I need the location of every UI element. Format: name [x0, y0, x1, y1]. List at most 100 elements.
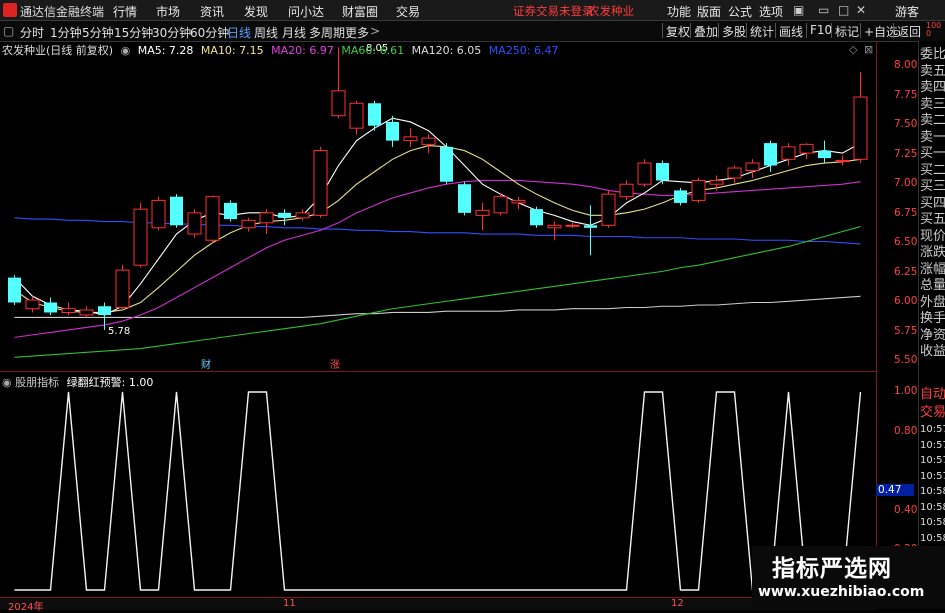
- menu-caifuquan[interactable]: 财富圈: [342, 3, 378, 20]
- menu-zixun[interactable]: 资讯: [200, 3, 224, 20]
- maximize-icon[interactable]: □: [838, 3, 849, 17]
- candle-body: [511, 199, 526, 204]
- menu-wenxiaoda[interactable]: 问小达: [288, 3, 324, 20]
- candle-body: [313, 150, 328, 216]
- period-more[interactable]: 更多: [345, 24, 369, 41]
- btn-f10[interactable]: F10: [806, 23, 832, 38]
- tick-time: 10:57: [920, 439, 945, 451]
- tick-time: 10:57: [920, 470, 945, 482]
- candle-body: [187, 212, 202, 235]
- btn-back[interactable]: 返回: [893, 23, 921, 39]
- close-legend-icon[interactable]: ⊠: [864, 43, 873, 56]
- axis-label: 6.00: [894, 295, 918, 307]
- period-5min[interactable]: 5分钟: [82, 24, 114, 41]
- candle-body: [691, 179, 706, 201]
- menu-hangqing[interactable]: 行情: [113, 3, 137, 20]
- indicator-name: 股朋指标: [15, 376, 60, 389]
- panel-auto-trade[interactable]: 交易: [920, 401, 945, 420]
- btn-fuquan[interactable]: 复权: [662, 23, 690, 39]
- price-axis: 8.00 7.75 7.50 7.25 7.00 6.75 6.50 6.25 …: [876, 41, 918, 611]
- btn-biaoji[interactable]: 标记: [831, 23, 859, 39]
- menu-banmian[interactable]: 版面: [697, 3, 721, 20]
- menu-gongneng[interactable]: 功能: [667, 3, 691, 20]
- period-day[interactable]: 日线: [227, 24, 251, 41]
- watermark-title: 指标严选网: [772, 556, 892, 582]
- diamond-icon[interactable]: ◇: [849, 43, 857, 56]
- candle-body: [386, 121, 399, 141]
- date-bar: 2024年 11 12: [0, 597, 876, 613]
- candle-body: [781, 146, 796, 160]
- panel-auto-trade[interactable]: 自动: [920, 383, 945, 402]
- candle-body: [458, 184, 471, 213]
- period-multi[interactable]: 多周期: [309, 24, 345, 41]
- candle-body: [601, 193, 616, 226]
- period-1min[interactable]: 1分钟: [50, 24, 82, 41]
- period-15min[interactable]: 15分钟: [114, 24, 153, 41]
- tick-time: 10:57: [920, 455, 945, 466]
- zhang-marker: 涨: [330, 359, 340, 371]
- indicator-legend: ◉ 股朋指标 绿翻红预警: 1.00: [2, 374, 153, 390]
- tick-time: 10:57: [920, 424, 945, 435]
- candle-body: [295, 212, 310, 219]
- axis-label: 7.50: [894, 118, 918, 130]
- candlestick-chart[interactable]: 8.055.78财涨: [0, 41, 890, 371]
- expand-icon[interactable]: ▢: [3, 24, 14, 38]
- candle-body: [637, 162, 652, 185]
- candle-body: [349, 102, 364, 129]
- period-fenshi[interactable]: 分时: [20, 24, 44, 41]
- legend-settings-icon[interactable]: ◉: [121, 44, 131, 57]
- date-label: 2024年: [8, 602, 44, 613]
- axis-label: 6.50: [894, 236, 918, 248]
- candle-body: [133, 208, 148, 266]
- indicator-current-value: 0.47: [876, 484, 914, 496]
- trade-login-warning[interactable]: 证券交易未登录: [513, 3, 594, 19]
- minimize-icon[interactable]: ▭: [818, 3, 829, 17]
- menu-xuanxiang[interactable]: 选项: [759, 3, 783, 20]
- candle-body: [241, 219, 256, 229]
- candle-body: [151, 199, 166, 229]
- axis-label: 5.75: [894, 325, 918, 337]
- cai-marker: 财: [201, 358, 211, 371]
- period-week[interactable]: 周线: [254, 24, 278, 41]
- period-30min[interactable]: 30分钟: [152, 24, 191, 41]
- btn-diejia[interactable]: 叠加: [690, 23, 718, 39]
- close-icon[interactable]: ✕: [856, 3, 866, 17]
- low-price-label: 5.78: [108, 326, 130, 337]
- candle-body: [745, 162, 760, 172]
- panel-top-digits: 1000: [926, 21, 942, 38]
- period-60min[interactable]: 60分钟: [190, 24, 229, 41]
- candle-body: [44, 302, 57, 313]
- skin-icon[interactable]: ▣: [793, 3, 804, 17]
- btn-huaxian[interactable]: 画线: [775, 23, 803, 39]
- candle-body: [619, 183, 634, 198]
- candle-body: [475, 209, 490, 216]
- menu-shichang[interactable]: 市场: [156, 3, 180, 20]
- candle-body: [835, 160, 850, 163]
- menu-faxian[interactable]: 发现: [244, 3, 268, 20]
- candle-body: [170, 196, 183, 226]
- menu-jiaoyi[interactable]: 交易: [396, 3, 420, 20]
- candle-body: [205, 196, 220, 241]
- watermark-url: www.xuezhibiao.com: [758, 584, 925, 600]
- btn-duogu[interactable]: 多股: [718, 23, 746, 39]
- more-arrow-icon[interactable]: >: [370, 24, 380, 38]
- legend-stock-title: 农发种业(日线 前复权): [2, 44, 114, 57]
- indicator-axis-label: 0.80: [894, 425, 918, 437]
- candle-body: [421, 137, 436, 145]
- app-logo-icon: [3, 3, 17, 17]
- axis-label: 7.25: [894, 148, 918, 160]
- candle-body: [764, 143, 777, 166]
- candle-body: [115, 269, 130, 308]
- period-month[interactable]: 月线: [282, 24, 306, 41]
- legend-ma250: MA250: 6.47: [488, 44, 559, 57]
- menu-gongshi[interactable]: 公式: [728, 3, 752, 20]
- indicator-settings-icon[interactable]: ◉: [2, 376, 12, 389]
- candle-body: [565, 224, 580, 227]
- date-label: 12: [671, 598, 684, 609]
- candle-body: [818, 150, 831, 159]
- guest-label[interactable]: 游客: [895, 3, 919, 20]
- indicator-chart[interactable]: [0, 372, 876, 598]
- chart-legend: 农发种业(日线 前复权) ◉ MA5: 7.28 MA10: 7.15 MA20…: [2, 42, 563, 57]
- indicator-signal-value: 1.00: [128, 376, 154, 389]
- btn-tongji[interactable]: 统计: [746, 23, 774, 39]
